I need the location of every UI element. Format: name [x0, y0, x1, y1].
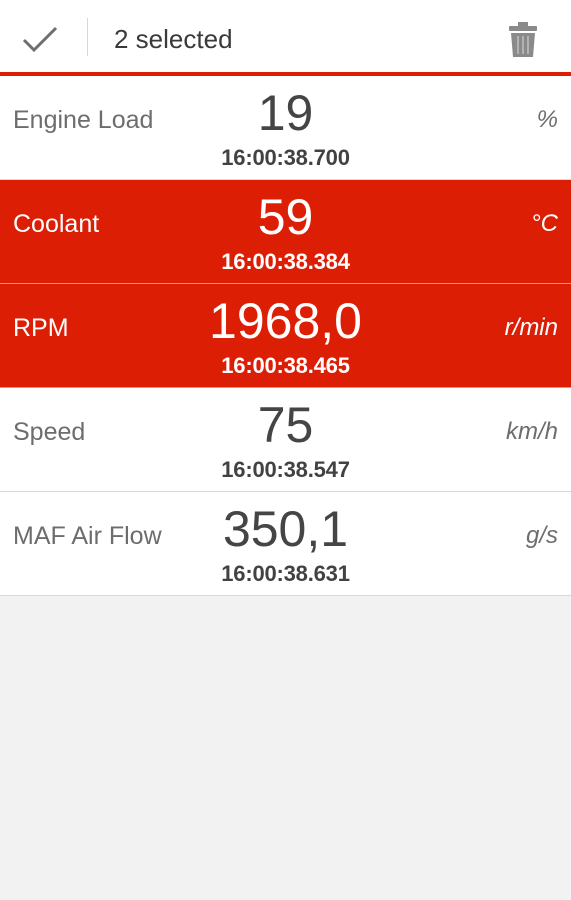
sensor-value: 350,1: [222, 501, 349, 557]
done-button[interactable]: [14, 14, 66, 66]
selection-count-title: 2 selected: [114, 24, 233, 54]
sensor-unit: °C: [531, 210, 558, 237]
check-icon: [22, 26, 58, 53]
empty-area: [0, 596, 571, 896]
sensor-row-engine-load[interactable]: Engine Load 19 16:00:38.700 %: [0, 76, 571, 180]
sensor-row-maf-air-flow[interactable]: MAF Air Flow 350,1 16:00:38.631 g/s: [0, 492, 571, 596]
action-bar-divider: [87, 18, 88, 56]
sensor-unit: r/min: [504, 314, 558, 341]
sensor-unit: g/s: [525, 522, 558, 549]
delete-button[interactable]: [497, 14, 549, 66]
contextual-action-bar: 2 selected: [0, 0, 571, 72]
sensor-row-rpm[interactable]: RPM 1968,0 16:00:38.465 r/min: [0, 284, 571, 388]
trash-icon: [509, 22, 537, 57]
sensor-timestamp: 16:00:38.631: [221, 561, 350, 586]
sensor-value: 1968,0: [209, 293, 362, 349]
sensor-timestamp: 16:00:38.700: [221, 145, 350, 170]
sensor-row-coolant[interactable]: Coolant 59 16:00:38.384 °C: [0, 180, 571, 284]
sensor-row-speed[interactable]: Speed 75 16:00:38.547 km/h: [0, 388, 571, 492]
sensor-unit: %: [536, 106, 558, 133]
sensor-value: 19: [257, 85, 314, 141]
sensor-list: Engine Load 19 16:00:38.700 % Coolant 59…: [0, 76, 571, 596]
app-screen: 2 selected Engine Load 19 16:00:38.700 %…: [0, 0, 571, 900]
sensor-timestamp: 16:00:38.384: [221, 249, 350, 274]
sensor-timestamp: 16:00:38.547: [221, 457, 350, 482]
sensor-value: 75: [257, 397, 314, 453]
sensor-timestamp: 16:00:38.465: [221, 353, 350, 378]
sensor-value: 59: [257, 189, 314, 245]
sensor-unit: km/h: [505, 418, 558, 445]
